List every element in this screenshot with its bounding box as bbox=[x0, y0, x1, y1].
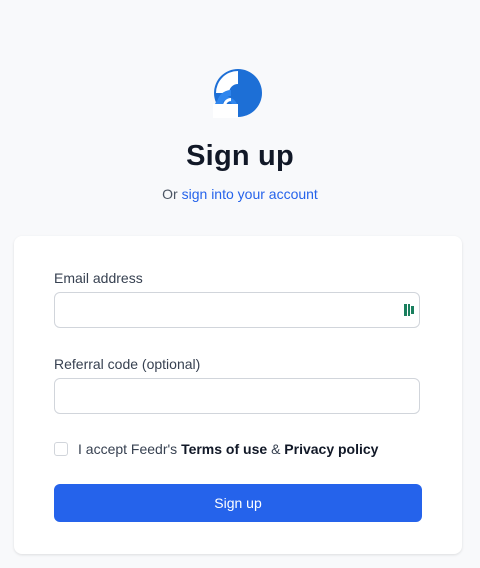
subtitle: Or sign into your account bbox=[0, 186, 480, 202]
terms-of-use-link[interactable]: Terms of use bbox=[181, 441, 267, 457]
sign-up-button[interactable]: Sign up bbox=[54, 484, 422, 522]
signin-link[interactable]: sign into your account bbox=[182, 186, 318, 202]
subtitle-prefix: Or bbox=[162, 186, 178, 202]
email-field[interactable] bbox=[54, 292, 420, 328]
terms-checkbox[interactable] bbox=[54, 442, 68, 456]
accept-prefix: I accept Feedr's bbox=[78, 441, 178, 457]
terms-acceptance-text: I accept Feedr's Terms of use & Privacy … bbox=[78, 441, 378, 457]
email-label: Email address bbox=[54, 270, 143, 286]
ampersand: & bbox=[271, 441, 281, 457]
privacy-policy-link[interactable]: Privacy policy bbox=[284, 441, 378, 457]
feedr-logo-icon bbox=[213, 69, 262, 118]
page-title: Sign up bbox=[186, 140, 294, 172]
signup-card: Email address Referral code (optional) I… bbox=[14, 236, 462, 554]
referral-label: Referral code (optional) bbox=[54, 356, 201, 372]
referral-code-field[interactable] bbox=[54, 378, 420, 414]
password-manager-icon[interactable] bbox=[404, 303, 416, 317]
